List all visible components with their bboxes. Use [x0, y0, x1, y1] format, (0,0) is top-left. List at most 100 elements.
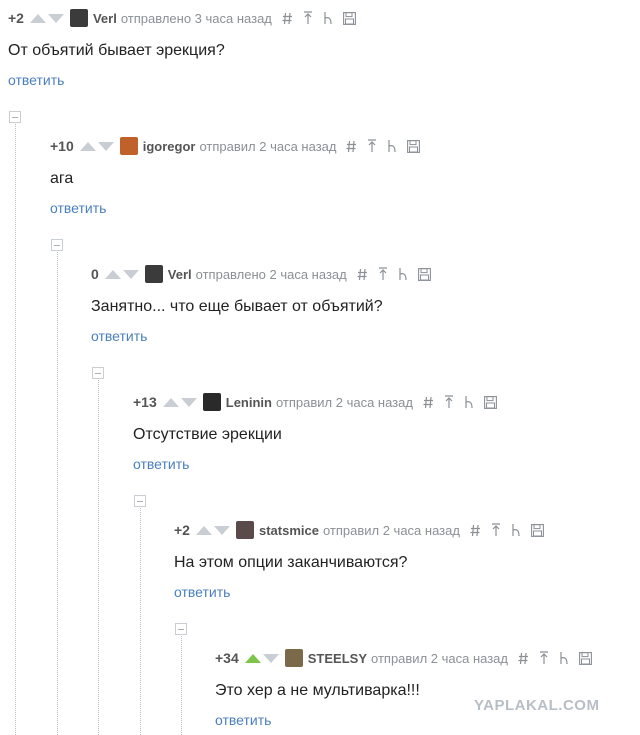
upvote-icon[interactable]: [244, 653, 261, 663]
reply-link[interactable]: ответить: [91, 328, 431, 344]
parent-arrow-icon[interactable]: [367, 139, 377, 153]
upvote-icon[interactable]: [29, 13, 46, 23]
parent-arrow-icon[interactable]: [491, 523, 501, 537]
comment-tools: [518, 651, 592, 665]
comment-score: +34: [215, 650, 239, 666]
comment-header: +2 statsmice отправил 2 часа назад: [174, 520, 544, 540]
comment-timestamp: отправлено 3 часа назад: [120, 10, 272, 26]
hash-icon[interactable]: [346, 140, 357, 153]
collapse-toggle[interactable]: [51, 239, 63, 251]
comment-tools: [282, 11, 356, 25]
comment-header: 0 Verl отправлено 2 часа назад: [91, 264, 431, 284]
downvote-icon[interactable]: [47, 13, 64, 23]
hash-icon[interactable]: [470, 524, 481, 537]
parent-arrow-icon[interactable]: [444, 395, 454, 409]
upvote-icon[interactable]: [104, 269, 121, 279]
comment-text: Занятно... что еще бывает от объятий?: [91, 298, 383, 315]
comment-score: +2: [174, 522, 190, 538]
comment-text: От объятий бывает эрекция?: [8, 42, 225, 59]
avatar[interactable]: [69, 9, 88, 27]
vote-controls: [79, 141, 114, 151]
comment: +13 Leninin отправил 2 часа назад Отсутс…: [133, 392, 497, 472]
comment-timestamp: отправил 2 часа назад: [275, 394, 413, 410]
comment-header: +2 Verl отправлено 3 часа назад: [8, 8, 356, 28]
comment-text: ага: [50, 170, 74, 187]
branch-icon[interactable]: [398, 267, 408, 281]
save-icon[interactable]: [484, 395, 497, 409]
hash-icon[interactable]: [518, 652, 529, 665]
save-icon[interactable]: [579, 651, 592, 665]
comment-score: +2: [8, 10, 24, 26]
branch-icon[interactable]: [323, 11, 333, 25]
comment-timestamp: отправил 2 часа назад: [322, 522, 460, 538]
reply-link[interactable]: ответить: [133, 456, 497, 472]
upvote-icon[interactable]: [162, 397, 179, 407]
username-link[interactable]: igoregor: [143, 139, 196, 154]
save-icon[interactable]: [531, 523, 544, 537]
username-link[interactable]: Verl: [168, 267, 192, 282]
hash-icon[interactable]: [282, 12, 293, 25]
upvote-icon[interactable]: [79, 141, 96, 151]
downvote-icon[interactable]: [97, 141, 114, 151]
save-icon[interactable]: [342, 11, 356, 25]
username-link[interactable]: Verl: [93, 11, 117, 26]
comment-header: +13 Leninin отправил 2 часа назад: [133, 392, 497, 412]
comment-text: На этом опции заканчиваются?: [174, 554, 408, 571]
thread-line: [15, 124, 16, 735]
collapse-toggle[interactable]: [134, 495, 146, 507]
vote-controls: [162, 397, 197, 407]
avatar[interactable]: [144, 265, 163, 283]
parent-arrow-icon[interactable]: [303, 11, 313, 25]
vote-controls: [244, 653, 279, 663]
hash-icon[interactable]: [423, 396, 434, 409]
avatar[interactable]: [202, 393, 221, 411]
thread-line: [98, 380, 99, 735]
comment-tools: [423, 395, 497, 409]
reply-link[interactable]: ответить: [50, 200, 420, 216]
reply-link[interactable]: ответить: [174, 584, 544, 600]
watermark: YAPLAKAL.COM: [474, 697, 600, 714]
parent-arrow-icon[interactable]: [378, 267, 388, 281]
parent-arrow-icon[interactable]: [539, 651, 549, 665]
comment: +2 Verl отправлено 3 часа назад От объят…: [8, 8, 356, 88]
vote-controls: [29, 13, 64, 23]
comment-score: +13: [133, 394, 157, 410]
comment-header: +34 STEELSY отправил 2 часа назад: [215, 648, 592, 668]
comment-header: +10 igoregor отправил 2 часа назад: [50, 136, 421, 156]
username-link[interactable]: statsmice: [259, 523, 319, 538]
save-icon[interactable]: [407, 139, 421, 153]
reply-link[interactable]: ответить: [8, 72, 356, 88]
username-link[interactable]: STEELSY: [308, 651, 367, 666]
branch-icon[interactable]: [387, 139, 397, 153]
downvote-icon[interactable]: [180, 397, 197, 407]
collapse-toggle[interactable]: [92, 367, 104, 379]
branch-icon[interactable]: [511, 523, 521, 537]
thread-line: [181, 636, 182, 735]
avatar[interactable]: [119, 137, 138, 155]
downvote-icon[interactable]: [122, 269, 139, 279]
avatar[interactable]: [284, 649, 303, 667]
downvote-icon[interactable]: [213, 525, 230, 535]
comment-score: 0: [91, 266, 99, 282]
collapse-toggle[interactable]: [9, 111, 21, 123]
comment-tools: [470, 523, 544, 537]
comment-timestamp: отправил 2 часа назад: [371, 650, 508, 666]
username-link[interactable]: Leninin: [226, 395, 272, 410]
vote-controls: [195, 525, 230, 535]
reply-link[interactable]: ответить: [215, 712, 592, 728]
branch-icon[interactable]: [559, 651, 569, 665]
downvote-icon[interactable]: [262, 653, 279, 663]
collapse-toggle[interactable]: [175, 623, 187, 635]
comment-score: +10: [50, 138, 74, 154]
upvote-icon[interactable]: [195, 525, 212, 535]
comment-timestamp: отправлено 2 часа назад: [195, 266, 347, 282]
comment: +34 STEELSY отправил 2 часа назад Это хе…: [215, 648, 592, 728]
branch-icon[interactable]: [464, 395, 474, 409]
hash-icon[interactable]: [357, 268, 368, 281]
avatar[interactable]: [235, 521, 254, 539]
thread-line: [140, 508, 141, 735]
save-icon[interactable]: [417, 267, 431, 281]
comment-tools: [346, 139, 421, 153]
vote-controls: [104, 269, 139, 279]
comment: +10 igoregor отправил 2 часа назад ага о…: [50, 136, 421, 216]
